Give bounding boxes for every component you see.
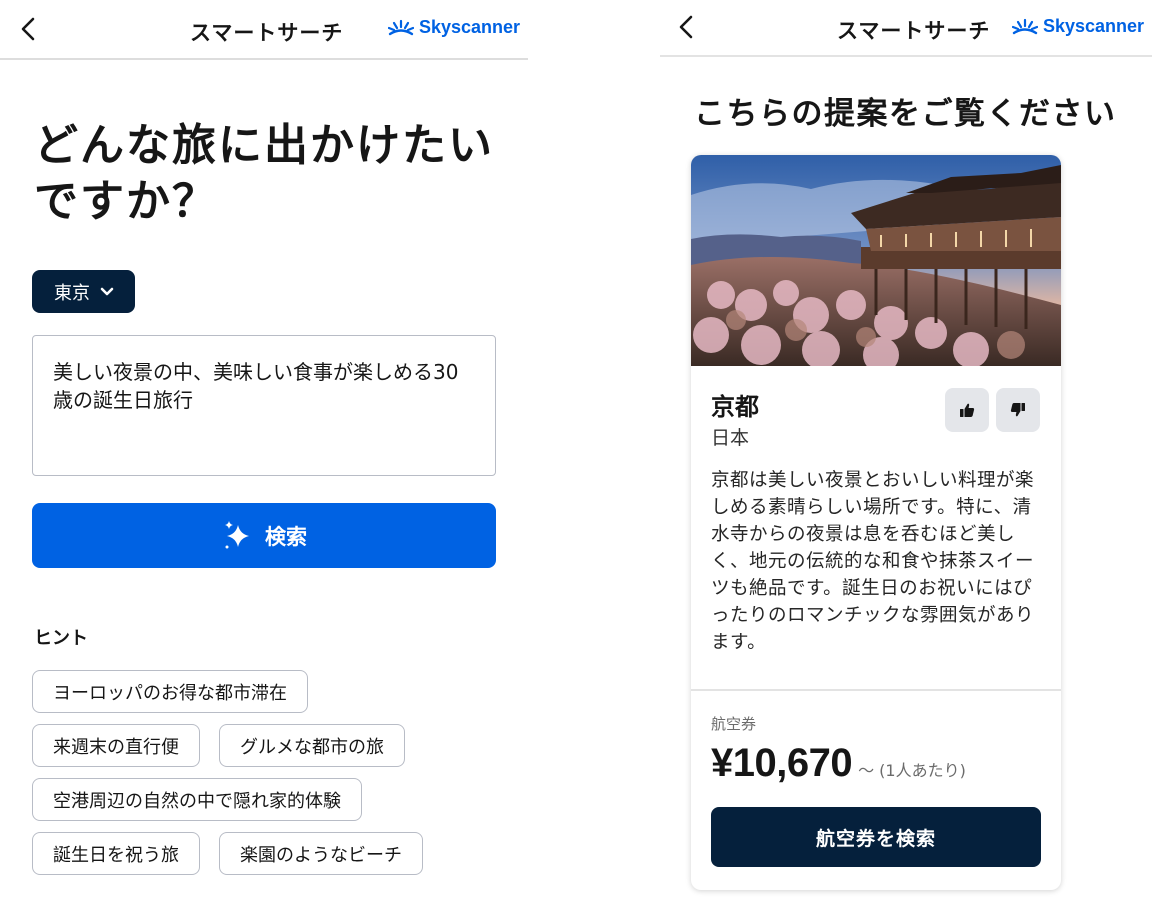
hint-chip[interactable]: グルメな都市の旅	[219, 724, 405, 767]
search-button[interactable]: 検索	[32, 503, 496, 568]
hint-chip[interactable]: 空港周辺の自然の中で隠れ家的体験	[32, 778, 362, 821]
search-button-label: 検索	[265, 524, 307, 549]
sunrise-logo-icon	[388, 19, 414, 35]
hint-chip[interactable]: 来週末の直行便	[32, 724, 200, 767]
page-title: スマートサーチ	[837, 19, 991, 43]
skyscanner-logo: Skyscanner	[388, 17, 520, 38]
chevron-left-icon	[679, 15, 693, 39]
thumbs-up-icon	[960, 403, 975, 417]
search-flights-button[interactable]: 航空券を検索	[711, 807, 1041, 867]
query-textarea[interactable]: 美しい夜景の中、美味しい食事が楽しめる30歳の誕生日旅行	[32, 335, 496, 476]
brand-name: Skyscanner	[1043, 16, 1145, 36]
back-button[interactable]	[14, 14, 44, 44]
brand-name: Skyscanner	[419, 17, 521, 37]
hint-chip[interactable]: 楽園のようなビーチ	[219, 832, 423, 875]
hint-chip[interactable]: ヨーロッパのお得な都市滞在	[32, 670, 308, 713]
top-bar: スマートサーチ Skyscanner	[0, 0, 528, 60]
destination-country: 日本	[711, 427, 750, 449]
suggestion-heading: こちらの提案をご覧ください	[694, 96, 1117, 132]
smart-search-input-screen: スマートサーチ Skyscanner どんな旅に出かけたいですか？ 東京 美しい…	[0, 0, 528, 908]
like-button[interactable]	[945, 388, 989, 432]
card-divider	[691, 689, 1061, 691]
chevron-down-icon	[100, 287, 114, 295]
price-label: 航空券	[711, 715, 757, 733]
dislike-button[interactable]	[996, 388, 1040, 432]
sparkle-icon	[225, 520, 249, 548]
top-bar: スマートサーチ Skyscanner	[660, 0, 1152, 57]
sunrise-logo-icon	[1012, 18, 1038, 34]
price-amount: ¥10,670	[711, 741, 853, 785]
origin-value: 東京	[54, 282, 90, 304]
destination-city: 京都	[711, 393, 759, 421]
destination-description: 京都は美しい夜景とおいしい料理が楽しめる素晴らしい場所です。特に、清水寺からの夜…	[711, 470, 1035, 653]
chevron-left-icon	[21, 17, 35, 41]
thumbs-down-icon	[1010, 403, 1025, 417]
main-question: どんな旅に出かけたいですか？	[34, 120, 494, 227]
price-row: ¥10,670 ～ (1人あたり)	[711, 741, 966, 786]
kyoto-temple-photo[interactable]	[691, 155, 1061, 366]
price-suffix: ～ (1人あたり)	[858, 761, 966, 780]
hints-heading: ヒント	[34, 628, 88, 649]
destination-card: 京都 日本 京都は美しい夜景とおいしい料理が楽しめる素晴らしい場所です。特に、清…	[691, 155, 1061, 890]
skyscanner-logo: Skyscanner	[1012, 16, 1144, 37]
origin-selector[interactable]: 東京	[32, 270, 135, 313]
hint-chip[interactable]: 誕生日を祝う旅	[32, 832, 200, 875]
back-button[interactable]	[672, 12, 702, 42]
page-title: スマートサーチ	[190, 21, 344, 45]
smart-search-results-screen: スマートサーチ Skyscanner こちらの提案をご覧ください 京都 日本 京…	[660, 0, 1152, 908]
